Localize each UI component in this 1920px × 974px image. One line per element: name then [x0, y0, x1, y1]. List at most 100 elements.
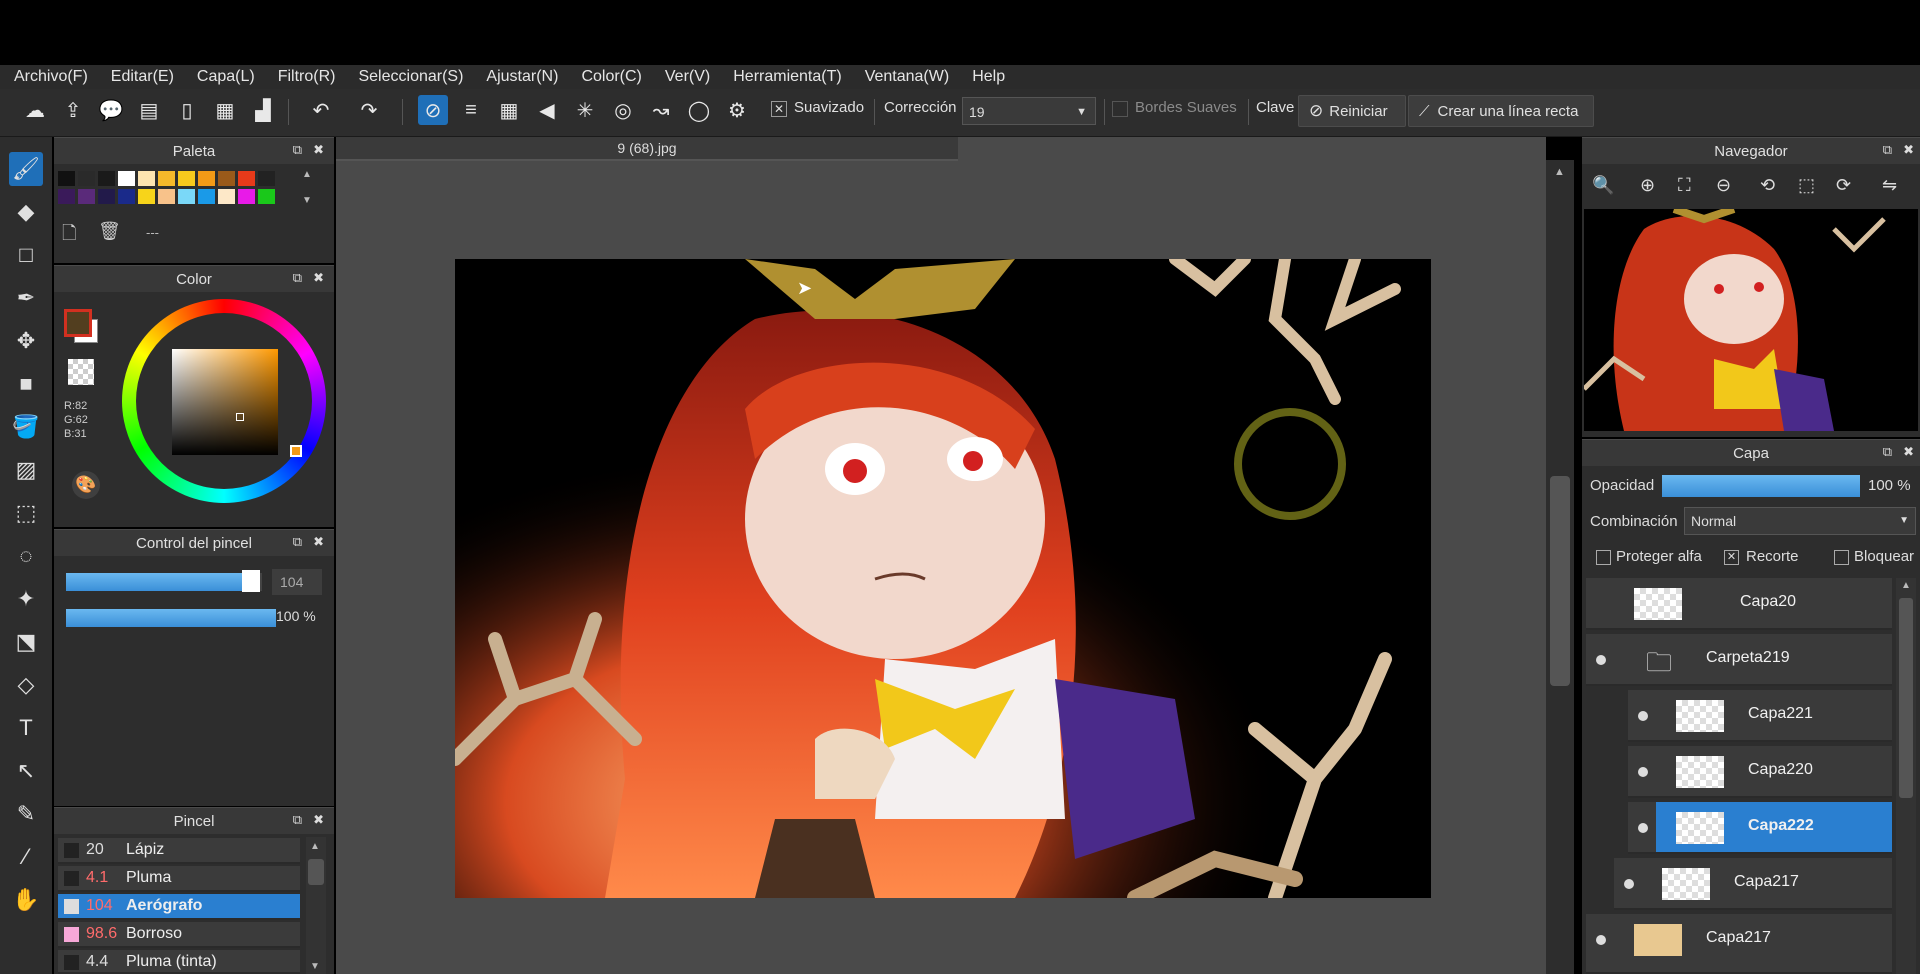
snap-parallel-icon[interactable]: ≡: [456, 95, 486, 125]
palette-swatch[interactable]: [258, 171, 275, 186]
rotate-right-icon[interactable]: ⟳: [1836, 175, 1851, 196]
palette-icon[interactable]: 🎨: [72, 471, 100, 499]
menu-ventana[interactable]: Ventana(W): [851, 68, 958, 86]
blend-mode-select[interactable]: Normal ▼: [1684, 507, 1916, 535]
eyedropper-tool-icon[interactable]: ⁄: [9, 840, 43, 874]
menu-help[interactable]: Help: [958, 68, 1014, 86]
snap-concentric-icon[interactable]: ◎: [608, 95, 638, 125]
visibility-icon[interactable]: [1596, 655, 1606, 665]
cloud-icon[interactable]: ☁: [20, 95, 50, 125]
lasso-tool-icon[interactable]: ◌: [9, 539, 43, 573]
snap-perspective-icon[interactable]: ◀: [532, 95, 562, 125]
layer-item-selected[interactable]: Capa222: [1656, 802, 1892, 854]
close-icon[interactable]: ✖: [1903, 444, 1914, 460]
undock-icon[interactable]: ⧉: [293, 534, 302, 550]
close-icon[interactable]: ✖: [313, 812, 324, 828]
undock-icon[interactable]: ⧉: [1883, 444, 1892, 460]
protect-alpha-checkbox[interactable]: [1596, 550, 1611, 565]
visibility-icon[interactable]: [1638, 711, 1648, 721]
zoom-out-icon[interactable]: ⊖: [1716, 175, 1731, 196]
visibility-icon[interactable]: [1638, 823, 1648, 833]
menu-capa[interactable]: Capa(L): [183, 68, 264, 86]
undock-icon[interactable]: ⧉: [293, 812, 302, 828]
foreground-color-swatch[interactable]: [64, 309, 92, 337]
layout-icon[interactable]: ▦: [210, 95, 240, 125]
canvas-vertical-scrollbar[interactable]: ▲: [1546, 160, 1574, 974]
layer-item[interactable]: Capa221: [1628, 690, 1892, 742]
operation-tool-icon[interactable]: ↖: [9, 754, 43, 788]
brush-size-slider[interactable]: [66, 573, 262, 591]
select-pen-tool-icon[interactable]: ⬔: [9, 625, 43, 659]
layer-item[interactable]: Capa220: [1628, 746, 1892, 798]
gradient-tool-icon[interactable]: ▨: [9, 453, 43, 487]
divide-tool-icon[interactable]: ✎: [9, 797, 43, 831]
menu-editar[interactable]: Editar(E): [97, 68, 183, 86]
brush-item-pluma[interactable]: 4.1 Pluma: [58, 866, 300, 892]
chat-bubble-icon[interactable]: 💬: [96, 95, 126, 125]
fit-screen-icon[interactable]: ⛶: [1678, 175, 1691, 196]
undock-icon[interactable]: ⧉: [293, 270, 302, 286]
scroll-down-icon[interactable]: ▼: [302, 195, 312, 206]
menu-filtro[interactable]: Filtro(R): [264, 68, 345, 86]
menu-archivo[interactable]: Archivo(F): [0, 68, 97, 86]
palette-swatch[interactable]: [218, 171, 235, 186]
snap-radial-icon[interactable]: ✳: [570, 95, 600, 125]
bordes-checkbox[interactable]: [1112, 101, 1128, 117]
menu-ver[interactable]: Ver(V): [651, 68, 719, 86]
palette-swatch[interactable]: [158, 171, 175, 186]
visibility-icon[interactable]: [1596, 935, 1606, 945]
palette-swatch[interactable]: [118, 189, 135, 204]
menu-color[interactable]: Color(C): [567, 68, 650, 86]
flip-icon[interactable]: ⇋: [1882, 175, 1897, 196]
brush-item-lapiz[interactable]: 20 Lápiz: [58, 838, 300, 864]
new-page-icon[interactable]: 🗋: [62, 221, 76, 251]
brush-opacity-slider[interactable]: [66, 609, 276, 627]
pen-tool-icon[interactable]: ✒: [9, 281, 43, 315]
palette-swatch[interactable]: [258, 189, 275, 204]
brush-item-pluma-tinta[interactable]: 4.4 Pluma (tinta): [58, 950, 300, 974]
page-icon[interactable]: ▯: [172, 95, 202, 125]
move-tool-icon[interactable]: ✥: [9, 324, 43, 358]
close-icon[interactable]: ✖: [313, 534, 324, 550]
layer-item[interactable]: Capa217: [1586, 914, 1892, 974]
layer-item[interactable]: Capa20: [1586, 578, 1892, 630]
trash-icon[interactable]: 🗑: [98, 221, 121, 242]
brush-size-handle[interactable]: [242, 570, 260, 592]
palette-swatch[interactable]: [118, 171, 135, 186]
palette-swatch[interactable]: [98, 171, 115, 186]
close-icon[interactable]: ✖: [313, 142, 324, 158]
hue-picker-marker[interactable]: [290, 445, 302, 457]
magic-wand-tool-icon[interactable]: ✦: [9, 582, 43, 616]
palette-swatch[interactable]: [238, 171, 255, 186]
visibility-icon[interactable]: [1624, 879, 1634, 889]
palette-swatch[interactable]: [58, 189, 75, 204]
reiniciar-button[interactable]: ⊘ Reiniciar: [1298, 95, 1406, 127]
scroll-up-icon[interactable]: ▲: [302, 169, 312, 180]
palette-swatch[interactable]: [198, 189, 215, 204]
correccion-select[interactable]: 19 ▼: [962, 97, 1096, 125]
snap-curve-icon[interactable]: ↝: [646, 95, 676, 125]
palette-swatch[interactable]: [78, 189, 95, 204]
brush-item-aerografo[interactable]: 104 Aerógrafo: [58, 894, 300, 920]
snap-off-icon[interactable]: ⊘: [418, 95, 448, 125]
transparent-color-swatch[interactable]: [68, 359, 94, 385]
rect-select-tool-icon[interactable]: ⬚: [9, 496, 43, 530]
menu-herramienta[interactable]: Herramienta(T): [719, 68, 850, 86]
snap-settings-icon[interactable]: ⚙: [722, 95, 752, 125]
fill-rect-tool-icon[interactable]: ■: [9, 367, 43, 401]
palette-swatch[interactable]: [138, 189, 155, 204]
zoom-icon[interactable]: 🔍: [1592, 175, 1614, 196]
layer-list-scrollbar[interactable]: ▲: [1896, 578, 1916, 974]
text-tool-icon[interactable]: T: [9, 711, 43, 745]
eraser-tool-icon[interactable]: ◆: [9, 195, 43, 229]
brush-list-scrollbar[interactable]: ▲ ▼: [306, 837, 326, 974]
palette-swatch[interactable]: [178, 189, 195, 204]
rotate-left-icon[interactable]: ⟲: [1760, 175, 1775, 196]
brush-tool-icon[interactable]: 🖌: [9, 152, 43, 186]
menu-seleccionar[interactable]: Seleccionar(S): [344, 68, 472, 86]
snap-ellipse-icon[interactable]: ◯: [684, 95, 714, 125]
lock-checkbox[interactable]: [1834, 550, 1849, 565]
palette-swatch[interactable]: [58, 171, 75, 186]
undo-icon[interactable]: ↶: [306, 95, 336, 125]
grid-icon[interactable]: ▟: [248, 95, 278, 125]
